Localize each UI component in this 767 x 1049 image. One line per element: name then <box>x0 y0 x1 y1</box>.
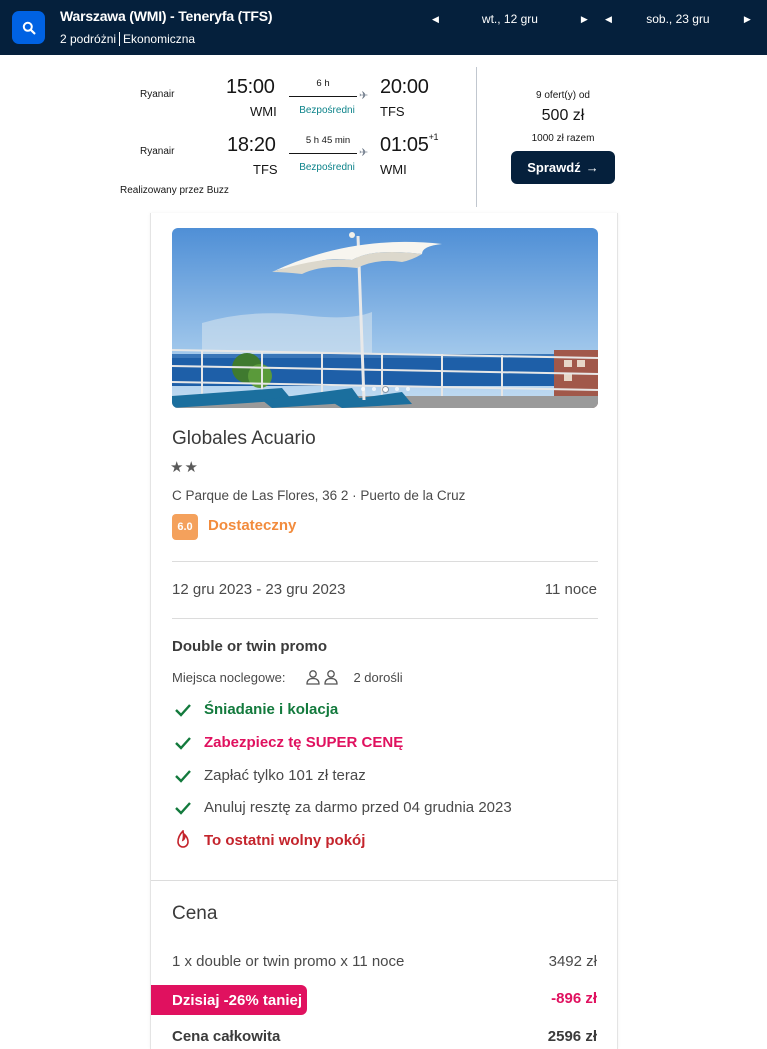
hotel-address: C Parque de Las Flores, 36 2 · Puerto de… <box>172 488 466 503</box>
plane-icon: ✈ <box>359 147 369 159</box>
outbound-airline: Ryanair <box>140 89 175 100</box>
feature-item: Śniadanie i kolacja <box>172 701 338 718</box>
carousel-dot-active[interactable] <box>382 387 388 392</box>
stay-dates: 12 gru 2023 - 23 gru 2023 <box>172 581 346 598</box>
cabin-class: Ekonomiczna <box>123 32 196 46</box>
offers-count: 9 ofert(y) od <box>536 90 590 101</box>
carousel-dot[interactable] <box>405 387 410 391</box>
search-summary-bar: Warszawa (WMI) - Teneryfa (TFS) 2 podróż… <box>0 0 767 55</box>
search-details[interactable]: 2 podróżni Ekonomiczna <box>60 32 195 46</box>
check-icon <box>172 703 194 717</box>
outbound-arrive-time: 20:00 <box>380 76 429 98</box>
inbound-airline: Ryanair <box>140 146 175 157</box>
rating-score: 6.0 <box>172 514 198 540</box>
hotel-photo-carousel[interactable] <box>172 228 598 408</box>
operated-by: Realizowany przez Buzz <box>120 185 229 196</box>
outbound-depart-time: 15:00 <box>226 76 275 98</box>
chevron-right-icon[interactable]: ▶ <box>744 14 751 25</box>
discount-badge: Dzisiaj -26% taniej <box>151 985 307 1015</box>
carousel-dot[interactable] <box>371 387 376 391</box>
price-section-title: Cena <box>172 903 218 924</box>
hotel-photo <box>172 228 598 408</box>
inbound-duration: 5 h 45 min <box>305 135 351 146</box>
star-rating: ★★ <box>170 458 199 476</box>
rating-label: Dostateczny <box>208 517 297 534</box>
outbound-arrive-code: TFS <box>380 104 405 119</box>
flight-option-card[interactable]: Ryanair 15:00 WMI 6 h ✈ Bezpośredni 20:0… <box>0 55 767 213</box>
feature-free-cancellation: Anuluj resztę za darmo przed 04 grudnia … <box>204 799 512 816</box>
divider <box>476 67 477 207</box>
travellers-count: 2 podróżni <box>60 32 117 46</box>
inbound-arrive-time-value: 01:05 <box>380 134 429 156</box>
chevron-left-icon[interactable]: ◀ <box>432 14 439 25</box>
divider <box>119 32 121 46</box>
inbound-depart-time: 18:20 <box>227 134 276 156</box>
plane-icon: ✈ <box>359 90 369 102</box>
check-button-label: Sprawdź <box>527 160 581 175</box>
flight-total-price: 1000 zł razem <box>531 133 595 144</box>
outbound-depart-code: WMI <box>250 104 277 119</box>
beds-value: 2 dorośli <box>353 669 403 685</box>
flight-price: 500 zł <box>541 107 585 124</box>
feature-item: Zapłać tylko 101 zł teraz <box>172 767 366 784</box>
total-price-value: 2596 zł <box>547 1028 597 1045</box>
inbound-route-line <box>289 153 357 154</box>
flame-icon <box>172 830 194 850</box>
check-flight-button[interactable]: Sprawdź → <box>511 151 615 184</box>
carousel-dot[interactable] <box>360 387 365 391</box>
feature-item: To ostatni wolny pokój <box>172 830 365 850</box>
stay-nights: 11 noce <box>544 581 597 598</box>
inbound-arrive-time: 01:05+1 <box>380 132 439 157</box>
divider <box>172 561 598 562</box>
carousel-dot[interactable] <box>394 387 399 391</box>
return-date-picker: ◀ sob., 23 gru ▶ <box>605 10 751 28</box>
chevron-right-icon[interactable]: ▶ <box>581 14 588 25</box>
outbound-route-line <box>289 96 357 97</box>
beds-label: Miejsca noclegowe: <box>172 669 286 685</box>
check-icon <box>172 801 194 815</box>
check-icon <box>172 736 194 750</box>
carousel-dots <box>172 387 598 392</box>
feature-super-price: Zabezpiecz tę SUPER CENĘ <box>204 734 404 751</box>
outbound-duration: 6 h <box>316 78 330 89</box>
return-date[interactable]: sob., 23 gru <box>612 12 744 26</box>
price-line-label: 1 x double or twin promo x 11 noce <box>172 953 405 970</box>
arrow-right-icon: → <box>585 160 599 175</box>
outbound-date-picker: ◀ wt., 12 gru ▶ <box>432 10 588 28</box>
outbound-stops: Bezpośredni <box>299 105 355 116</box>
inbound-arrive-code: WMI <box>380 162 407 177</box>
search-icon <box>22 21 35 34</box>
feature-last-room: To ostatni wolny pokój <box>204 831 366 849</box>
total-price-label: Cena całkowita <box>172 1028 281 1045</box>
star-icon: ★ <box>170 459 185 476</box>
price-line-value: 3492 zł <box>548 953 597 970</box>
room-type: Double or twin promo <box>172 638 327 655</box>
check-icon <box>172 769 194 783</box>
day-offset: +1 <box>428 132 439 142</box>
divider <box>151 880 617 881</box>
star-icon: ★ <box>184 459 199 476</box>
divider <box>172 618 598 619</box>
feature-item: Zabezpiecz tę SUPER CENĘ <box>172 734 403 751</box>
people-icon <box>305 669 339 685</box>
inbound-stops: Bezpośredni <box>299 162 355 173</box>
inbound-depart-code: TFS <box>253 162 278 177</box>
feature-item: Anuluj resztę za darmo przed 04 grudnia … <box>172 799 512 816</box>
hotel-offer-card: Globales Acuario ★★ C Parque de Las Flor… <box>150 213 618 1049</box>
discount-value: -896 zł <box>551 990 597 1007</box>
search-button[interactable] <box>12 11 45 44</box>
feature-pay-now: Zapłać tylko 101 zł teraz <box>204 767 366 784</box>
chevron-left-icon[interactable]: ◀ <box>605 14 612 25</box>
outbound-date[interactable]: wt., 12 gru <box>439 12 581 26</box>
beds-info: Miejsca noclegowe: 2 dorośli <box>172 669 403 685</box>
route-title[interactable]: Warszawa (WMI) - Teneryfa (TFS) <box>60 8 273 24</box>
hotel-name[interactable]: Globales Acuario <box>172 428 316 450</box>
feature-meals: Śniadanie i kolacja <box>204 701 339 718</box>
